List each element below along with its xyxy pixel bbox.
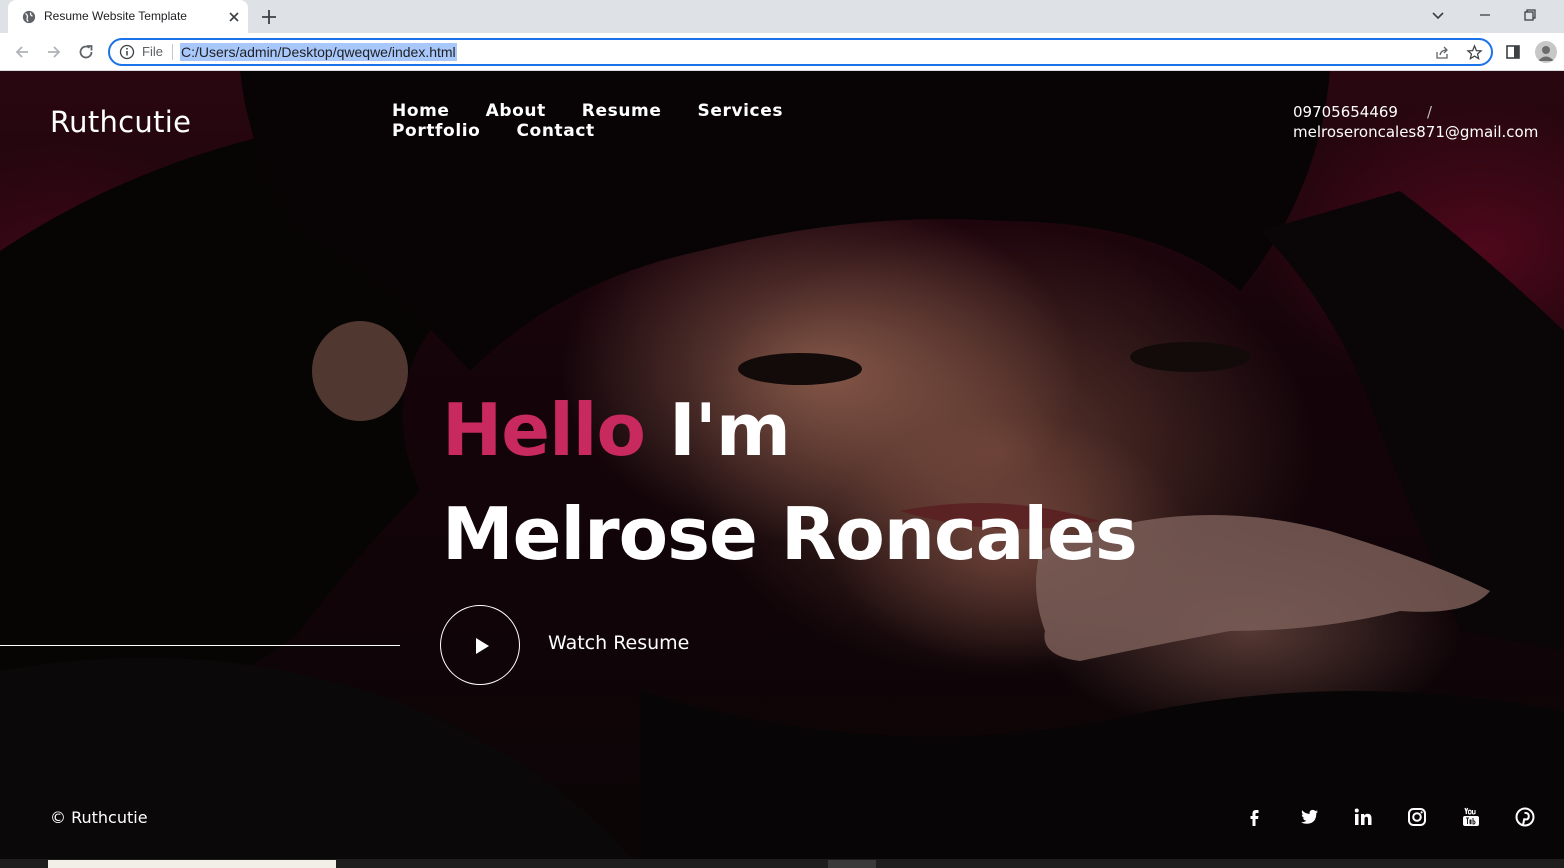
side-panel-icon[interactable]: [1505, 44, 1521, 60]
linkedin-icon[interactable]: [1352, 806, 1374, 828]
share-icon[interactable]: [1434, 45, 1450, 61]
info-icon[interactable]: [119, 44, 135, 60]
youtube-icon[interactable]: [1460, 806, 1482, 828]
main-nav: Home About Resume Services Portfolio Contact: [392, 101, 812, 141]
watch-resume-link[interactable]: Watch Resume: [548, 632, 689, 654]
instagram-icon[interactable]: [1406, 806, 1428, 828]
restore-icon[interactable]: [1520, 5, 1540, 25]
hero-name: Melrose Roncales: [442, 492, 1138, 576]
url-text[interactable]: C:/Users/admin/Desktop/qweqwe/index.html: [180, 43, 457, 61]
new-tab-icon[interactable]: [260, 8, 278, 26]
browser-tab[interactable]: Resume Website Template: [8, 0, 248, 33]
play-button[interactable]: [440, 605, 520, 685]
nav-contact[interactable]: Contact: [516, 121, 594, 141]
tab-search-icon[interactable]: [1428, 5, 1448, 25]
hero-greeting: Hello I'm: [442, 388, 791, 472]
reload-icon[interactable]: [76, 42, 96, 62]
back-icon[interactable]: [12, 42, 32, 62]
nav-portfolio[interactable]: Portfolio: [392, 121, 480, 141]
browser-tabstrip: Resume Website Template: [0, 0, 1564, 33]
globe-icon: [22, 10, 36, 24]
browser-toolbar: File C:/Users/admin/Desktop/qweqwe/index…: [0, 33, 1564, 71]
nav-services[interactable]: Services: [697, 101, 783, 121]
contact-info: 09705654469 / melroseroncales871@gmail.c…: [1293, 102, 1543, 142]
tab-title: Resume Website Template: [44, 9, 187, 23]
pinterest-icon[interactable]: [1514, 806, 1536, 828]
preview-thumbnail: [48, 860, 336, 868]
nav-resume[interactable]: Resume: [582, 101, 662, 121]
forward-icon[interactable]: [44, 42, 64, 62]
scheme-label: File: [142, 44, 163, 59]
omnibox-separator: [172, 44, 173, 60]
phone-number[interactable]: 09705654469: [1293, 102, 1543, 122]
profile-avatar[interactable]: [1535, 41, 1557, 63]
nav-about[interactable]: About: [486, 101, 546, 121]
bookmark-star-icon[interactable]: [1466, 44, 1483, 61]
next-section-preview: [0, 859, 1564, 868]
play-icon: [476, 638, 489, 654]
hero-section: Ruthcutie Home About Resume Services Portfo…: [0, 71, 1564, 868]
profile-icon: [1538, 46, 1554, 61]
minimize-icon[interactable]: [1475, 5, 1495, 25]
hero-greeting-accent: Hello: [442, 388, 646, 472]
contact-separator: /: [1427, 103, 1433, 121]
facebook-icon[interactable]: [1243, 806, 1265, 828]
preview-block: [828, 860, 876, 868]
copyright-text: © Ruthcutie: [50, 808, 148, 827]
site-logo[interactable]: Ruthcutie: [50, 105, 191, 139]
twitter-icon[interactable]: [1298, 806, 1320, 828]
email-address[interactable]: melroseroncales871@gmail.com: [1293, 122, 1543, 142]
close-tab-icon[interactable]: [226, 9, 242, 25]
address-bar[interactable]: File C:/Users/admin/Desktop/qweqwe/index…: [108, 38, 1493, 66]
decorative-line: [0, 645, 400, 646]
nav-home[interactable]: Home: [392, 101, 450, 121]
hero-greeting-rest: I'm: [669, 388, 791, 472]
